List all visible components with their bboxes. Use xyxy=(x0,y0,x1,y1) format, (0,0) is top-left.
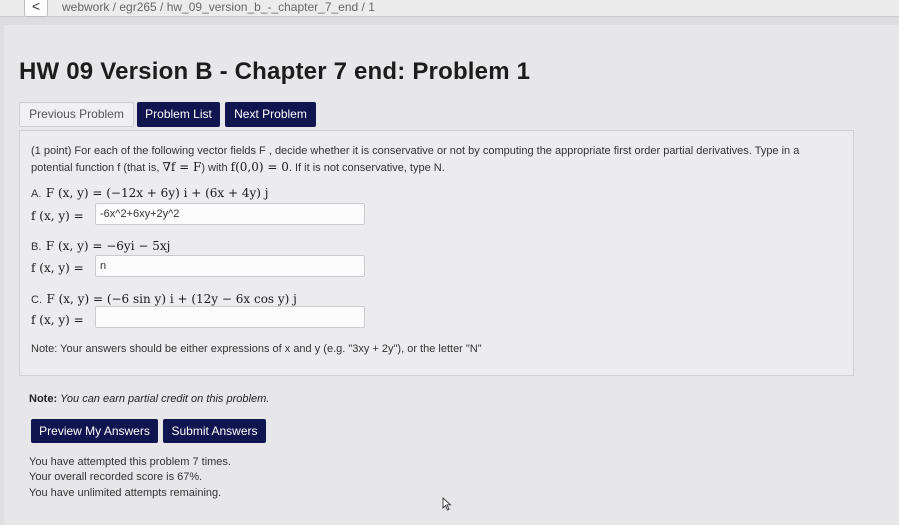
mouse-pointer-icon xyxy=(442,497,452,511)
remaining-status: You have unlimited attempts remaining. xyxy=(29,487,222,499)
partial-credit-note-text: You can earn partial credit on this prob… xyxy=(60,393,270,405)
part-a-answer-prefix: f (x, y) = xyxy=(31,207,84,225)
browser-breadcrumb-bar: < webwork / egr265 / hw_09_version_b_-_c… xyxy=(0,0,899,17)
part-b-answer-input[interactable]: n xyxy=(95,255,365,277)
back-button[interactable]: < xyxy=(24,0,48,17)
part-a-expression: F (x, y) = (−12x + 6y) i + (6x + 4y) j xyxy=(45,186,269,200)
part-c-label: C. xyxy=(31,294,42,306)
part-c-answer-input[interactable] xyxy=(95,306,365,328)
intro-text-b: ) with xyxy=(201,162,231,174)
intro-text-c: . If it is not conservative, type N. xyxy=(288,162,445,174)
previous-problem-button[interactable]: Previous Problem xyxy=(19,102,134,127)
gradient-equation: ∇f = F xyxy=(162,160,202,174)
part-c-expression: F (x, y) = (−6 sin y) i + (12y − 6x cos … xyxy=(46,292,297,306)
breadcrumb[interactable]: webwork / egr265 / hw_09_version_b_-_cha… xyxy=(62,0,375,14)
initial-condition: f(0,0) = 0 xyxy=(230,160,289,174)
attempts-status: You have attempted this problem 7 times. xyxy=(29,456,231,468)
partial-credit-note: Note: You can earn partial credit on thi… xyxy=(29,393,269,405)
page-title: HW 09 Version B - Chapter 7 end: Problem… xyxy=(19,58,531,85)
part-a-field: A. F (x, y) = (−12x + 6y) i + (6x + 4y) … xyxy=(31,184,269,202)
part-b-f-label: f (x, y) = xyxy=(31,261,84,275)
intro-text-a: potential function f (that is, xyxy=(31,162,163,174)
preview-answers-button[interactable]: Preview My Answers xyxy=(31,419,158,443)
problem-intro-line2: potential function f (that is, ∇f = F) w… xyxy=(31,160,445,174)
next-problem-button[interactable]: Next Problem xyxy=(225,102,316,127)
part-c-f-label: f (x, y) = xyxy=(31,313,84,327)
part-a-label: A. xyxy=(31,188,42,200)
partial-credit-note-bold: Note: xyxy=(29,393,58,405)
part-a-f-label: f (x, y) = xyxy=(31,209,84,223)
part-b-expression: F (x, y) = −6yi − 5xj xyxy=(45,239,171,253)
score-status: Your overall recorded score is 67%. xyxy=(29,471,203,483)
problem-intro-line1: (1 point) For each of the following vect… xyxy=(31,145,800,157)
part-b-label: B. xyxy=(31,241,42,253)
problem-list-button[interactable]: Problem List xyxy=(137,102,220,127)
answer-format-note: Note: Your answers should be either expr… xyxy=(31,343,482,355)
submit-answers-button[interactable]: Submit Answers xyxy=(163,419,266,443)
part-b-answer-prefix: f (x, y) = xyxy=(31,259,84,277)
part-a-answer-input[interactable]: -6x^2+6xy+2y^2 xyxy=(95,203,365,225)
part-b-field: B. F (x, y) = −6yi − 5xj xyxy=(31,237,170,255)
part-c-answer-prefix: f (x, y) = xyxy=(31,311,84,329)
